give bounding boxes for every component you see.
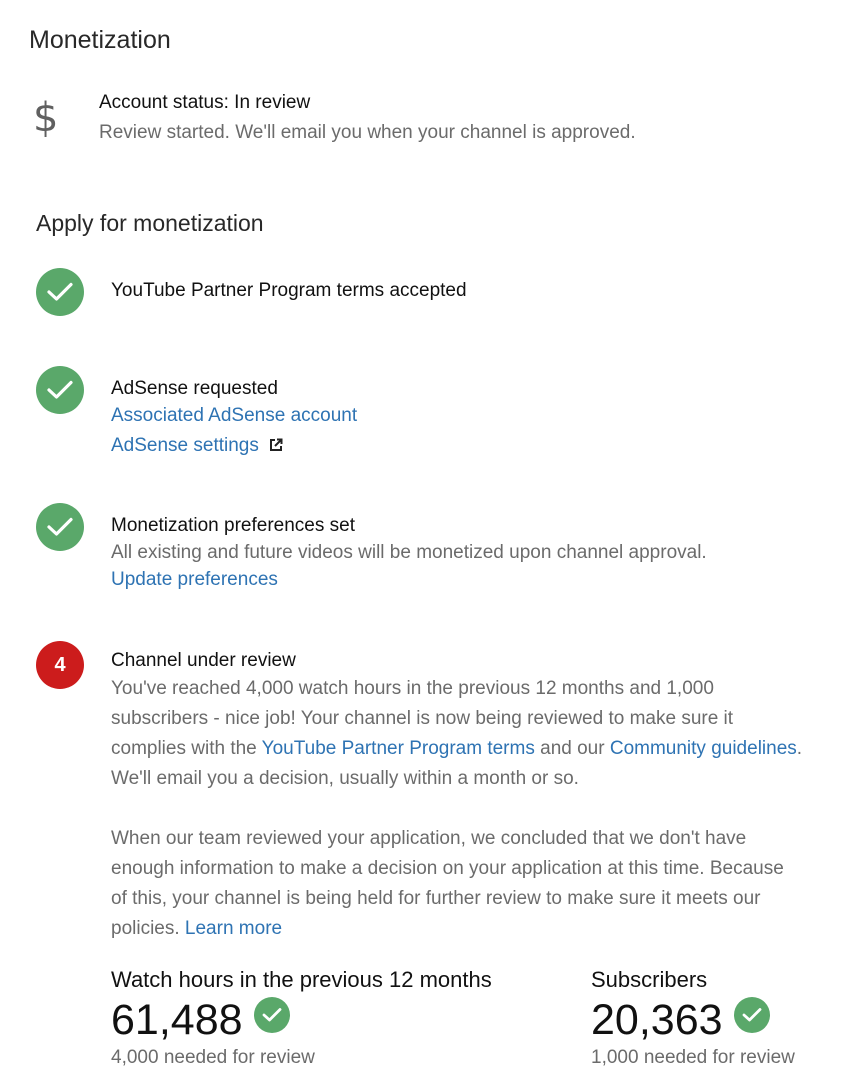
- text-span: policies.: [111, 918, 185, 939]
- page-title: Monetization: [29, 26, 171, 54]
- watch-hours-label: Watch hours in the previous 12 months: [111, 967, 492, 992]
- review-paragraph-line: subscribers - nice job! Your channel is …: [111, 708, 734, 729]
- review-paragraph-line: We'll email you a decision, usually with…: [111, 768, 579, 789]
- watch-hours-value: 61,488: [111, 996, 243, 1044]
- step-preferences-title: Monetization preferences set: [111, 515, 355, 536]
- subscribers-note: 1,000 needed for review: [591, 1047, 795, 1068]
- held-paragraph-line: When our team reviewed your application,…: [111, 828, 747, 849]
- subscribers-value-row: 20,363: [591, 996, 770, 1044]
- step-adsense-title: AdSense requested: [111, 378, 278, 399]
- step-number-badge: 4: [36, 641, 84, 689]
- subscribers-label: Subscribers: [591, 967, 708, 992]
- account-status-subtitle: Review started. We'll email you when you…: [99, 122, 636, 143]
- held-review-paragraph: When our team reviewed your application,…: [111, 824, 784, 944]
- review-paragraph-line: complies with the YouTube Partner Progra…: [111, 734, 802, 764]
- checkmark-icon: [733, 997, 770, 1033]
- text-span: .: [796, 738, 803, 759]
- step-terms-title: YouTube Partner Program terms accepted: [111, 280, 467, 301]
- checkmark-icon: [36, 503, 84, 551]
- text-span: complies with the: [111, 738, 262, 759]
- checkmark-icon: [253, 997, 290, 1033]
- adsense-settings-label: AdSense settings: [111, 435, 259, 456]
- partner-program-terms-link[interactable]: YouTube Partner Program terms: [262, 738, 535, 759]
- checkmark-icon: [36, 268, 84, 316]
- watch-hours-note: 4,000 needed for review: [111, 1047, 315, 1068]
- review-paragraph: You've reached 4,000 watch hours in the …: [111, 674, 802, 794]
- step-preferences-description: All existing and future videos will be m…: [111, 542, 707, 563]
- subscribers-value: 20,363: [591, 996, 723, 1044]
- step-number: 4: [54, 653, 66, 676]
- held-paragraph-line: policies. Learn more: [111, 914, 784, 944]
- checkmark-icon: [36, 366, 84, 414]
- held-paragraph-line: enough information to make a decision on…: [111, 858, 784, 879]
- learn-more-link[interactable]: Learn more: [185, 918, 282, 939]
- community-guidelines-link[interactable]: Community guidelines: [610, 738, 797, 759]
- external-link-icon: [269, 436, 283, 458]
- held-paragraph-line: of this, your channel is being held for …: [111, 888, 761, 909]
- associated-adsense-account-link[interactable]: Associated AdSense account: [111, 405, 357, 427]
- account-status-title: Account status: In review: [99, 92, 311, 113]
- review-paragraph-line: You've reached 4,000 watch hours in the …: [111, 678, 714, 699]
- dollar-icon: $: [33, 95, 59, 141]
- update-preferences-link[interactable]: Update preferences: [111, 569, 278, 591]
- text-span: and our: [534, 738, 610, 759]
- apply-section-title: Apply for monetization: [36, 210, 264, 236]
- adsense-settings-link[interactable]: AdSense settings: [111, 435, 283, 458]
- step-review-title: Channel under review: [111, 650, 296, 671]
- watch-hours-value-row: 61,488: [111, 996, 290, 1044]
